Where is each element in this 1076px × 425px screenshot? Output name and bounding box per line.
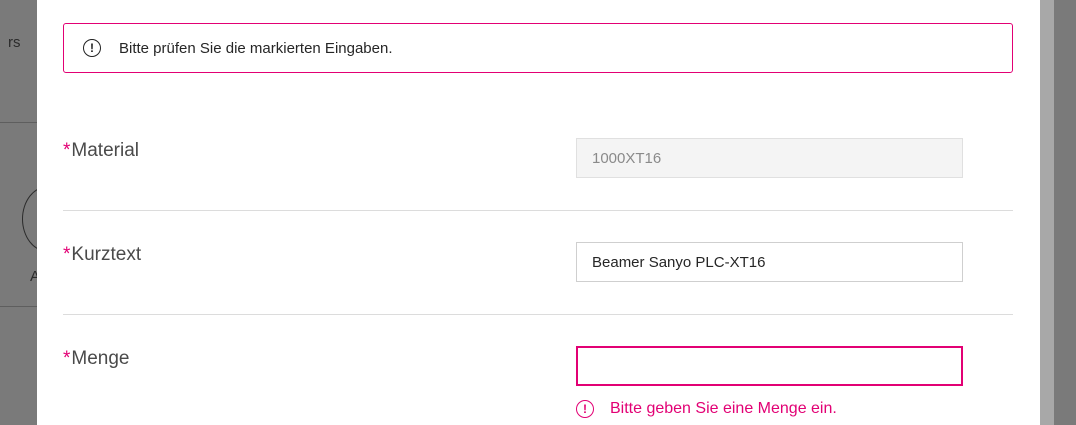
kurztext-label: *Kurztext: [63, 244, 142, 265]
error-circle-icon: !: [576, 400, 594, 418]
dialog-scrollbar[interactable]: [1040, 0, 1054, 425]
background-app-left: rs A: [0, 0, 37, 425]
menge-field[interactable]: [576, 346, 963, 386]
required-marker: *: [63, 140, 71, 161]
kurztext-field[interactable]: [576, 242, 963, 282]
menge-label: *Menge: [63, 348, 130, 369]
material-field[interactable]: [576, 138, 963, 178]
dialog: ! Bitte prüfen Sie die markierten Eingab…: [37, 0, 1040, 425]
background-text-fragment: rs: [8, 34, 21, 51]
background-circle-icon: [22, 186, 37, 252]
background-text-fragment: A: [30, 268, 37, 285]
required-marker: *: [63, 348, 71, 369]
material-label: *Material: [63, 140, 139, 161]
material-row: [63, 0, 1013, 211]
menge-error: ! Bitte geben Sie eine Menge ein.: [576, 400, 837, 418]
required-marker: *: [63, 244, 71, 265]
background-divider: [0, 122, 37, 123]
background-divider: [0, 306, 37, 307]
menge-error-text: Bitte geben Sie eine Menge ein.: [610, 400, 837, 417]
